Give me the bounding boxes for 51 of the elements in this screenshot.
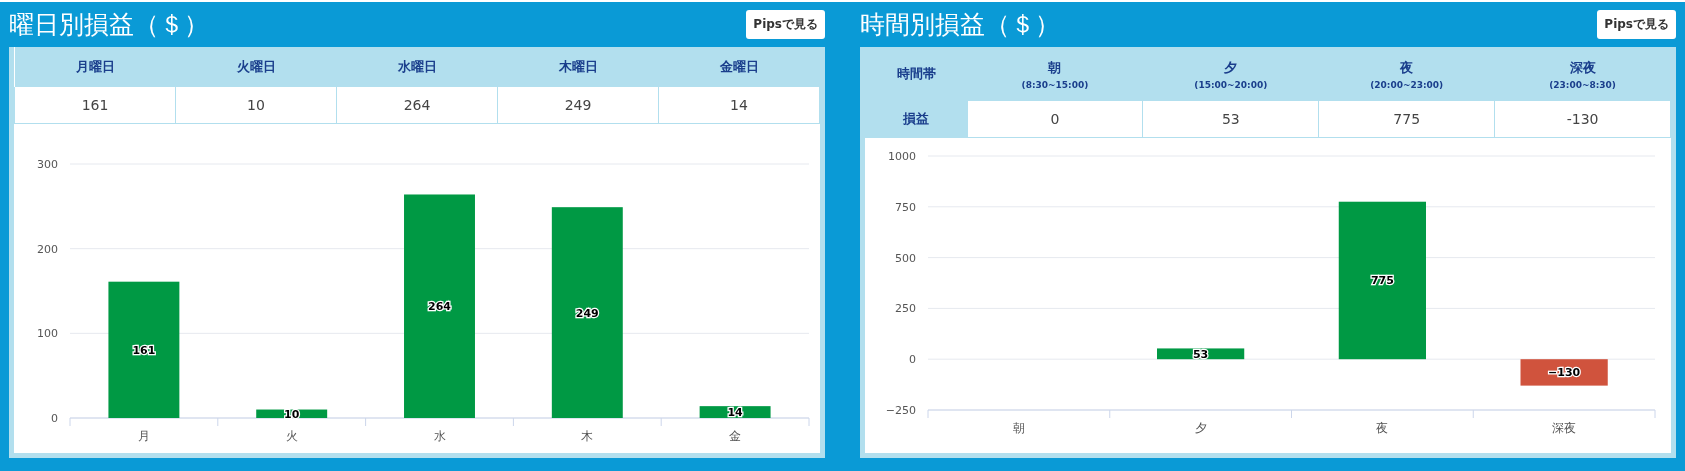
axis-label: 朝	[1012, 421, 1025, 435]
axis-label: 0	[51, 412, 58, 425]
row-header: 損益	[865, 101, 967, 138]
data-label: −130	[1548, 366, 1581, 380]
column-header: 金曜日	[658, 47, 820, 87]
table-cell: 0	[967, 101, 1143, 138]
column-header: 朝 (8:30~15:00)	[967, 47, 1143, 101]
axis-label: −250	[885, 404, 916, 417]
column-header: 深夜 (23:00~8:30)	[1494, 47, 1671, 101]
table-cell: 161	[14, 87, 176, 124]
table-cell: 14	[658, 87, 820, 124]
axis-label: 深夜	[1552, 421, 1577, 435]
data-label: 161	[132, 343, 156, 357]
axis-label: 0	[909, 353, 916, 367]
data-label: 249	[575, 306, 599, 320]
column-header: 木曜日	[497, 47, 659, 87]
axis-label: 100	[37, 327, 58, 341]
axis-label: 火	[285, 429, 298, 443]
axis-label: 夜	[1376, 421, 1389, 435]
axis-label: 水	[433, 429, 446, 443]
axis-label: 750	[895, 200, 916, 214]
data-label: 775	[1370, 274, 1394, 288]
table-cell: 775	[1318, 101, 1495, 138]
table-cell: 264	[336, 87, 498, 124]
axis-label: 500	[895, 251, 916, 265]
axis-label: 200	[37, 242, 58, 256]
column-header: 夜 (20:00~23:00)	[1318, 47, 1495, 101]
axis-label: 夕	[1194, 421, 1207, 435]
table-cell: 249	[497, 87, 659, 124]
row-header: 時間帯	[865, 47, 967, 101]
pips-button[interactable]: Pipsで見る	[746, 10, 825, 39]
column-header: 火曜日	[175, 47, 337, 87]
panel-title: 時間別損益（＄）	[860, 9, 1060, 41]
axis-label: 1000	[888, 150, 916, 163]
pips-button[interactable]: Pipsで見る	[1597, 10, 1676, 39]
axis-label: 300	[37, 158, 58, 171]
column-header: 夕 (15:00~20:00)	[1142, 47, 1319, 101]
data-label: 14	[727, 406, 743, 420]
axis-label: 金	[729, 429, 742, 443]
table-cell: 10	[175, 87, 337, 124]
data-label: 10	[284, 407, 300, 421]
axis-label: 月	[137, 429, 150, 443]
data-label: 53	[1192, 347, 1209, 361]
axis-label: 250	[895, 302, 916, 316]
axis-label: 木	[581, 429, 594, 443]
table-cell: 53	[1142, 101, 1319, 138]
column-header: 水曜日	[336, 47, 498, 87]
column-header: 月曜日	[14, 47, 176, 87]
panel-title: 曜日別損益（＄）	[9, 9, 209, 41]
data-label: 264	[428, 300, 451, 314]
table-cell: -130	[1494, 101, 1671, 138]
